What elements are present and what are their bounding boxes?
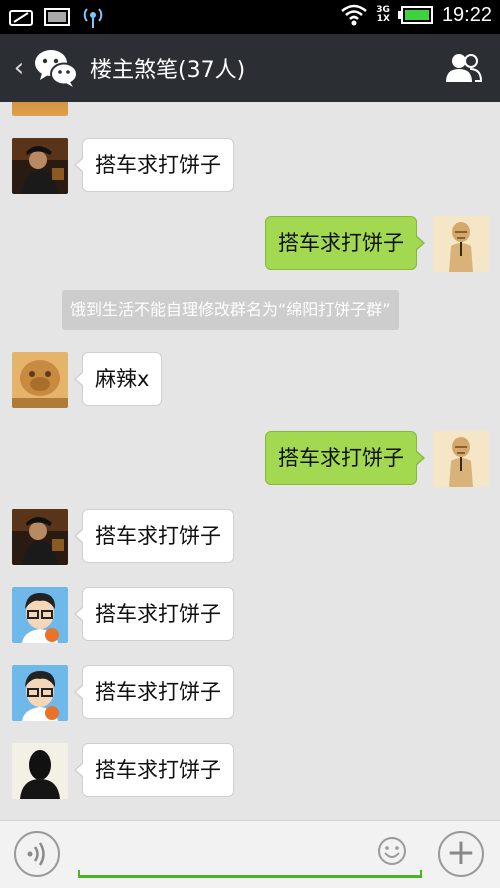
message-input[interactable]	[78, 870, 422, 878]
signal-broadcast-icon	[83, 8, 103, 28]
input-bar: +	[0, 820, 500, 888]
plus-icon: +	[445, 832, 477, 873]
emoji-button[interactable]	[376, 835, 408, 867]
status-bar: 3G 1X 19:22	[0, 0, 500, 34]
dark-photo-avatar[interactable]	[12, 138, 68, 194]
beige-figure-avatar[interactable]	[433, 431, 489, 487]
status-left-icons	[8, 5, 106, 29]
voice-input-icon	[27, 842, 45, 866]
cartoon-boy-avatar[interactable]	[12, 665, 68, 721]
more-actions-button[interactable]: +	[438, 831, 484, 877]
chevron-left-icon: ‹	[13, 53, 25, 83]
chat-title: 楼主煞笔(37人)	[90, 58, 246, 83]
message-bubble[interactable]: 麻辣x	[73, 352, 163, 406]
silhouette-avatar[interactable]	[12, 743, 68, 799]
clock: 19:22	[441, 3, 492, 26]
image-notification-icon	[44, 8, 70, 26]
back-button[interactable]: ‹	[4, 53, 34, 83]
message-bubble[interactable]: 搭车求打饼子	[265, 216, 425, 270]
avatar[interactable]	[12, 102, 68, 116]
smiley-icon	[378, 837, 406, 865]
message-bubble[interactable]: 搭车求打饼子	[74, 665, 234, 719]
message-bubble[interactable]: 搭车求打饼子	[74, 509, 234, 563]
voice-toggle-button[interactable]	[14, 831, 60, 877]
cartoon-boy-avatar[interactable]	[12, 587, 68, 643]
message-list[interactable]: 搭车求打饼子 搭车求打饼子 饿到生活不能自理修改群名为“绵阳打饼子群” 麻辣x …	[0, 102, 500, 820]
message-bubble[interactable]: 搭车求打饼子	[74, 587, 234, 641]
message-bubble[interactable]: 搭车求打饼子	[74, 743, 234, 797]
network-1x-label: 1X	[376, 14, 390, 24]
group-members-icon	[446, 54, 483, 82]
system-notice: 饿到生活不能自理修改群名为“绵阳打饼子群”	[62, 290, 399, 330]
dark-photo-avatar[interactable]	[12, 509, 68, 565]
beige-figure-avatar[interactable]	[433, 216, 489, 272]
message-bubble[interactable]: 搭车求打饼子	[74, 138, 234, 192]
battery-icon	[397, 6, 433, 24]
status-right-icons: 3G 1X 19:22	[340, 3, 492, 27]
wechat-logo-icon	[34, 48, 78, 88]
group-members-button[interactable]	[446, 52, 483, 84]
lion-statue-avatar[interactable]	[12, 352, 68, 408]
chat-header: ‹ 楼主煞笔(37人)	[0, 34, 500, 102]
wifi-icon	[341, 4, 368, 26]
screen-rotate-icon	[9, 10, 33, 26]
network-indicator: 3G 1X	[376, 6, 390, 24]
message-bubble[interactable]: 搭车求打饼子	[265, 431, 425, 485]
